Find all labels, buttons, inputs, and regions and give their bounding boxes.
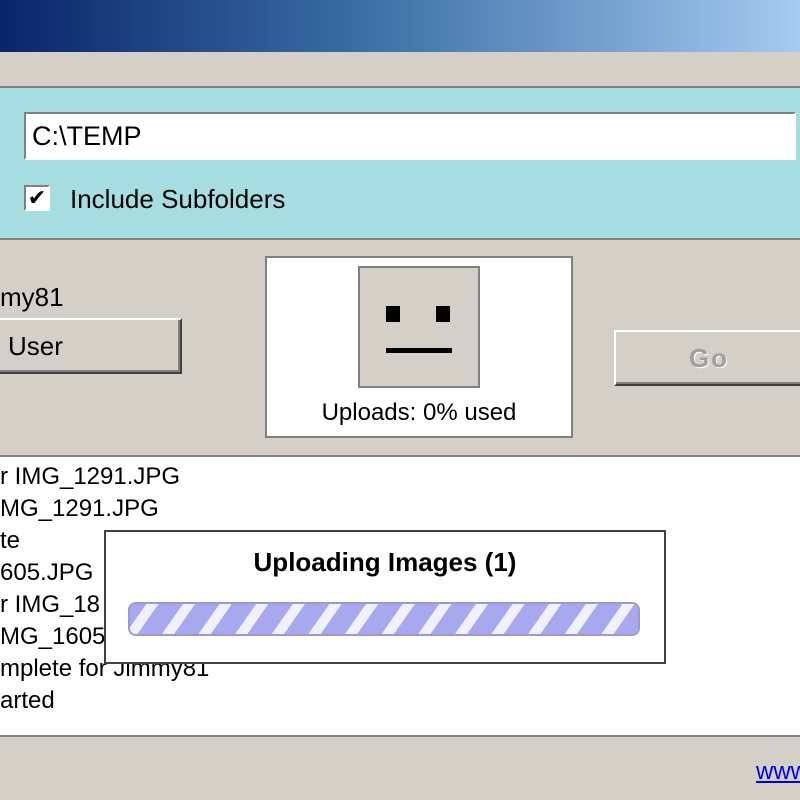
log-line: te xyxy=(0,527,21,554)
face-mouth xyxy=(386,348,452,353)
status-bar xyxy=(0,737,800,800)
website-link[interactable]: www xyxy=(756,758,800,786)
log-line: MG_1291.JPG xyxy=(0,495,159,522)
upload-progress-fill xyxy=(130,604,638,634)
log-line: r IMG_18 xyxy=(0,591,101,618)
folder-path-input[interactable] xyxy=(24,112,796,160)
log-line: MG_1605 xyxy=(0,623,106,650)
log-line: r IMG_1291.JPG xyxy=(0,463,181,490)
log-line: arted xyxy=(0,687,55,714)
toolbar-strip xyxy=(0,52,800,86)
uploads-usage-label: Uploads: 0% used xyxy=(321,399,517,426)
log-line: 605.JPG xyxy=(0,559,94,586)
include-subfolders-checkbox[interactable]: ✔ xyxy=(24,185,50,211)
folder-panel xyxy=(0,86,800,240)
neutral-face-icon xyxy=(358,266,480,388)
upload-progress-bar xyxy=(128,602,640,636)
user-button[interactable]: User xyxy=(0,318,182,374)
go-button[interactable]: Go xyxy=(614,330,800,386)
include-subfolders-label[interactable]: Include Subfolders xyxy=(70,184,285,215)
face-left-eye xyxy=(386,306,400,322)
username-label: my81 xyxy=(0,282,64,312)
face-right-eye xyxy=(436,306,450,322)
uploading-dialog-title: Uploading Images (1) xyxy=(253,547,517,577)
window-title-bar[interactable] xyxy=(0,0,800,52)
